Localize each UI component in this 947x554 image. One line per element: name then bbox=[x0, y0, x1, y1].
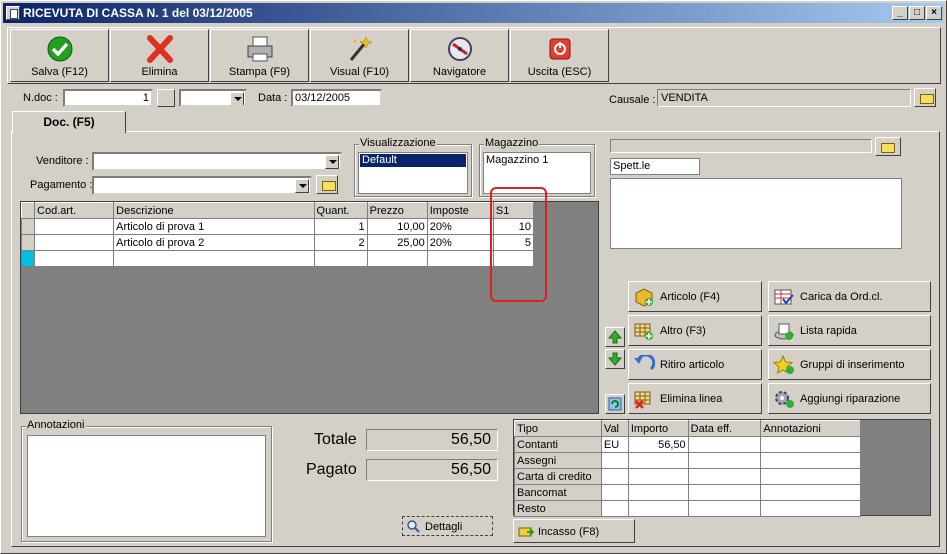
title-bar: RICEVUTA DI CASSA N. 1 del 03/12/2005 _ … bbox=[3, 3, 944, 23]
customer-name-field[interactable]: Spett.le bbox=[610, 158, 700, 175]
pagamento-folder-icon[interactable] bbox=[316, 175, 338, 194]
delete-line-button[interactable]: Elimina linea bbox=[628, 383, 762, 414]
details-button[interactable]: Dettagli bbox=[402, 516, 493, 536]
col-header[interactable]: Imposte bbox=[426, 202, 494, 219]
printer-icon bbox=[247, 36, 273, 62]
add-article-button[interactable]: Articolo (F4) bbox=[628, 281, 762, 312]
causale-field[interactable]: VENDITA bbox=[657, 89, 911, 107]
lines-header-row: Cod.art. Descrizione Quant. Prezzo Impos… bbox=[20, 202, 535, 219]
power-icon bbox=[549, 38, 571, 60]
ndoc-lookup-button[interactable] bbox=[157, 89, 175, 107]
highlight-box bbox=[490, 187, 547, 302]
minimize-button[interactable]: _ bbox=[892, 6, 908, 20]
table-row[interactable]: Carta di credito bbox=[514, 468, 861, 485]
load-from-order-button[interactable]: Carica da Ord.cl. bbox=[768, 281, 931, 312]
list-item[interactable]: Default bbox=[360, 154, 466, 167]
table-row[interactable]: Articolo di prova 2 2 25,00 20% 5 bbox=[20, 234, 535, 251]
other-button[interactable]: Altro (F3) bbox=[628, 315, 762, 346]
col-header[interactable]: Cod.art. bbox=[34, 202, 115, 219]
quick-list-button[interactable]: Lista rapida bbox=[768, 315, 931, 346]
compass-icon bbox=[448, 37, 472, 61]
ndoc-input[interactable]: 1 bbox=[63, 89, 153, 107]
magnifier-icon bbox=[407, 520, 420, 533]
col-header[interactable]: Quant. bbox=[313, 202, 368, 219]
insertion-groups-button[interactable]: Gruppi di inserimento bbox=[768, 349, 931, 380]
payments-header-row: Tipo Val Importo Data eff. Annotazioni bbox=[514, 420, 861, 437]
table-row[interactable]: Assegni bbox=[514, 452, 861, 469]
col-header[interactable]: Data eff. bbox=[687, 420, 762, 437]
visual-button[interactable]: Visual (F10) bbox=[310, 29, 409, 82]
cash-icon bbox=[518, 527, 534, 537]
box-add-icon bbox=[635, 288, 653, 307]
arrow-up-icon bbox=[607, 330, 623, 344]
venditore-label: Venditore : bbox=[36, 155, 89, 167]
col-header[interactable]: Importo bbox=[627, 420, 689, 437]
arrow-down-icon bbox=[607, 352, 623, 366]
col-header[interactable]: Descrizione bbox=[113, 202, 315, 219]
customer-code-field[interactable] bbox=[610, 139, 872, 153]
delete-button[interactable]: Elimina bbox=[110, 29, 209, 82]
col-header[interactable]: Annotazioni bbox=[760, 420, 861, 437]
venditore-select[interactable] bbox=[92, 152, 342, 171]
table-row[interactable]: Articolo di prova 1 1 10,00 20% 10 bbox=[20, 218, 535, 235]
star-add-icon bbox=[773, 355, 794, 374]
refresh-icon bbox=[608, 397, 622, 411]
move-down-button[interactable] bbox=[605, 349, 625, 369]
return-article-button[interactable]: Ritiro articolo bbox=[628, 349, 762, 380]
series-select[interactable] bbox=[179, 89, 247, 107]
col-header[interactable]: Tipo bbox=[514, 420, 602, 437]
add-repair-button[interactable]: Aggiungi riparazione bbox=[768, 383, 931, 414]
grid-add-icon bbox=[634, 323, 653, 340]
data-label: Data : bbox=[258, 92, 288, 104]
annotazioni-textarea[interactable] bbox=[27, 435, 266, 537]
delete-line-icon bbox=[634, 391, 651, 409]
causale-folder-icon[interactable] bbox=[914, 88, 936, 107]
date-input[interactable]: 03/12/2005 bbox=[291, 89, 382, 107]
pagamento-select[interactable] bbox=[92, 176, 312, 195]
totale-label: Totale bbox=[314, 431, 357, 448]
move-up-button[interactable] bbox=[605, 327, 625, 347]
pagato-label: Pagato bbox=[306, 461, 357, 478]
chevron-down-icon[interactable] bbox=[230, 92, 244, 105]
col-header[interactable]: Val bbox=[600, 420, 629, 437]
return-arrow-icon bbox=[634, 355, 655, 371]
table-row[interactable]: Contanti EU 56,50 bbox=[514, 436, 861, 453]
quick-list-icon bbox=[774, 323, 794, 340]
window-title: RICEVUTA DI CASSA N. 1 del 03/12/2005 bbox=[23, 6, 253, 20]
load-order-icon bbox=[774, 289, 794, 305]
table-row[interactable]: Bancomat bbox=[514, 484, 861, 501]
receipt-window: RICEVUTA DI CASSA N. 1 del 03/12/2005 _ … bbox=[0, 0, 947, 554]
pagato-value: 56,50 bbox=[366, 459, 498, 481]
exit-button[interactable]: Uscita (ESC) bbox=[510, 29, 609, 82]
totale-value: 56,50 bbox=[366, 429, 498, 451]
table-row[interactable]: Resto bbox=[514, 500, 861, 517]
print-button[interactable]: Stampa (F9) bbox=[210, 29, 309, 82]
refresh-button[interactable] bbox=[605, 394, 625, 414]
navigator-button[interactable]: Navigatore bbox=[410, 29, 509, 82]
maximize-button[interactable]: □ bbox=[909, 6, 925, 20]
pagamento-label: Pagamento : bbox=[30, 179, 93, 191]
check-icon bbox=[47, 36, 73, 62]
save-button[interactable]: Salva (F12) bbox=[10, 29, 109, 82]
customer-folder-icon[interactable] bbox=[875, 137, 901, 156]
causale-label: Causale : bbox=[609, 94, 656, 106]
col-header[interactable]: Prezzo bbox=[366, 202, 428, 219]
gears-icon bbox=[775, 391, 794, 408]
delete-x-icon bbox=[147, 35, 173, 63]
visualizzazione-list[interactable]: Default bbox=[358, 152, 468, 194]
chevron-down-icon[interactable] bbox=[295, 179, 309, 193]
customer-address-field[interactable] bbox=[610, 178, 902, 249]
payments-grid[interactable]: Tipo Val Importo Data eff. Annotazioni C… bbox=[513, 419, 931, 517]
incasso-button[interactable]: Incasso (F8) bbox=[513, 519, 635, 543]
chevron-down-icon[interactable] bbox=[325, 155, 339, 169]
table-row-new[interactable] bbox=[20, 250, 535, 267]
ndoc-label: N.doc : bbox=[23, 92, 58, 104]
tab-doc[interactable]: Doc. (F5) bbox=[12, 111, 126, 133]
magic-wand-icon bbox=[349, 36, 373, 61]
close-button[interactable]: × bbox=[926, 6, 942, 20]
app-icon bbox=[6, 6, 20, 20]
